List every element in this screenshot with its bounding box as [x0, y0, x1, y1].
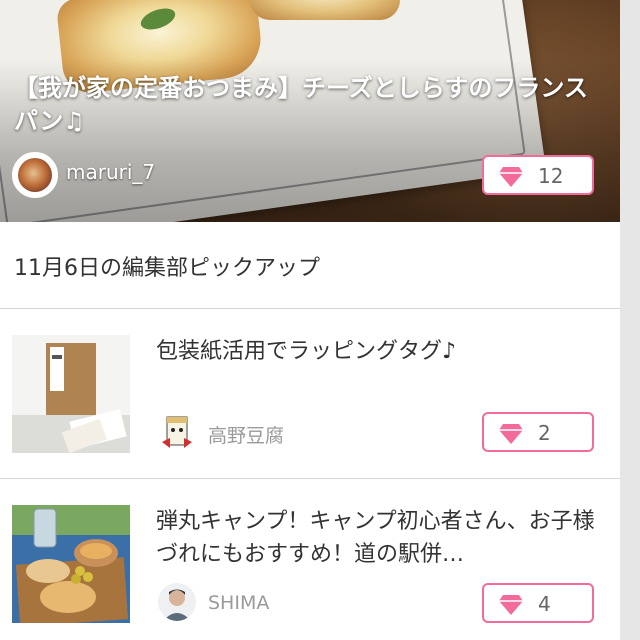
- heart-gem-icon: [499, 167, 523, 187]
- article-like-button[interactable]: 4: [482, 583, 594, 623]
- featured-article-card[interactable]: 【我が家の定番おつまみ】チーズとしらすのフランスパン♫ maruri_7 12: [0, 0, 620, 222]
- featured-author-avatar[interactable]: [12, 152, 58, 198]
- article-thumbnail[interactable]: [12, 335, 130, 453]
- article-title[interactable]: 包装紙活用でラッピングタグ♪: [156, 335, 606, 368]
- featured-title[interactable]: 【我が家の定番おつまみ】チーズとしらすのフランスパン♫: [14, 72, 604, 138]
- featured-like-count: 12: [538, 164, 564, 188]
- divider: [0, 308, 620, 309]
- article-author-name[interactable]: 高野豆腐: [208, 421, 284, 448]
- article-like-count: 4: [538, 592, 551, 616]
- article-like-button[interactable]: 2: [482, 412, 594, 452]
- section-title: 11月6日の編集部ピックアップ: [14, 256, 320, 281]
- article-author-avatar[interactable]: [158, 412, 196, 450]
- article-author-name[interactable]: SHIMA: [208, 592, 269, 614]
- scrollbar-track[interactable]: [620, 0, 640, 640]
- featured-like-button[interactable]: 12: [482, 155, 594, 195]
- divider: [0, 478, 620, 479]
- article-like-count: 2: [538, 421, 551, 445]
- article-author-avatar[interactable]: [158, 583, 196, 621]
- hero-photo-bread-2: [250, 0, 400, 20]
- feed-screen: 【我が家の定番おつまみ】チーズとしらすのフランスパン♫ maruri_7 12 …: [0, 0, 620, 640]
- article-thumbnail[interactable]: [12, 505, 130, 623]
- article-title[interactable]: 弾丸キャンプ！キャンプ初心者さん、お子様づれにもおすすめ！道の駅併…: [156, 505, 606, 571]
- heart-gem-icon: [499, 424, 523, 444]
- featured-author-name[interactable]: maruri_7: [66, 160, 155, 184]
- heart-gem-icon: [499, 595, 523, 615]
